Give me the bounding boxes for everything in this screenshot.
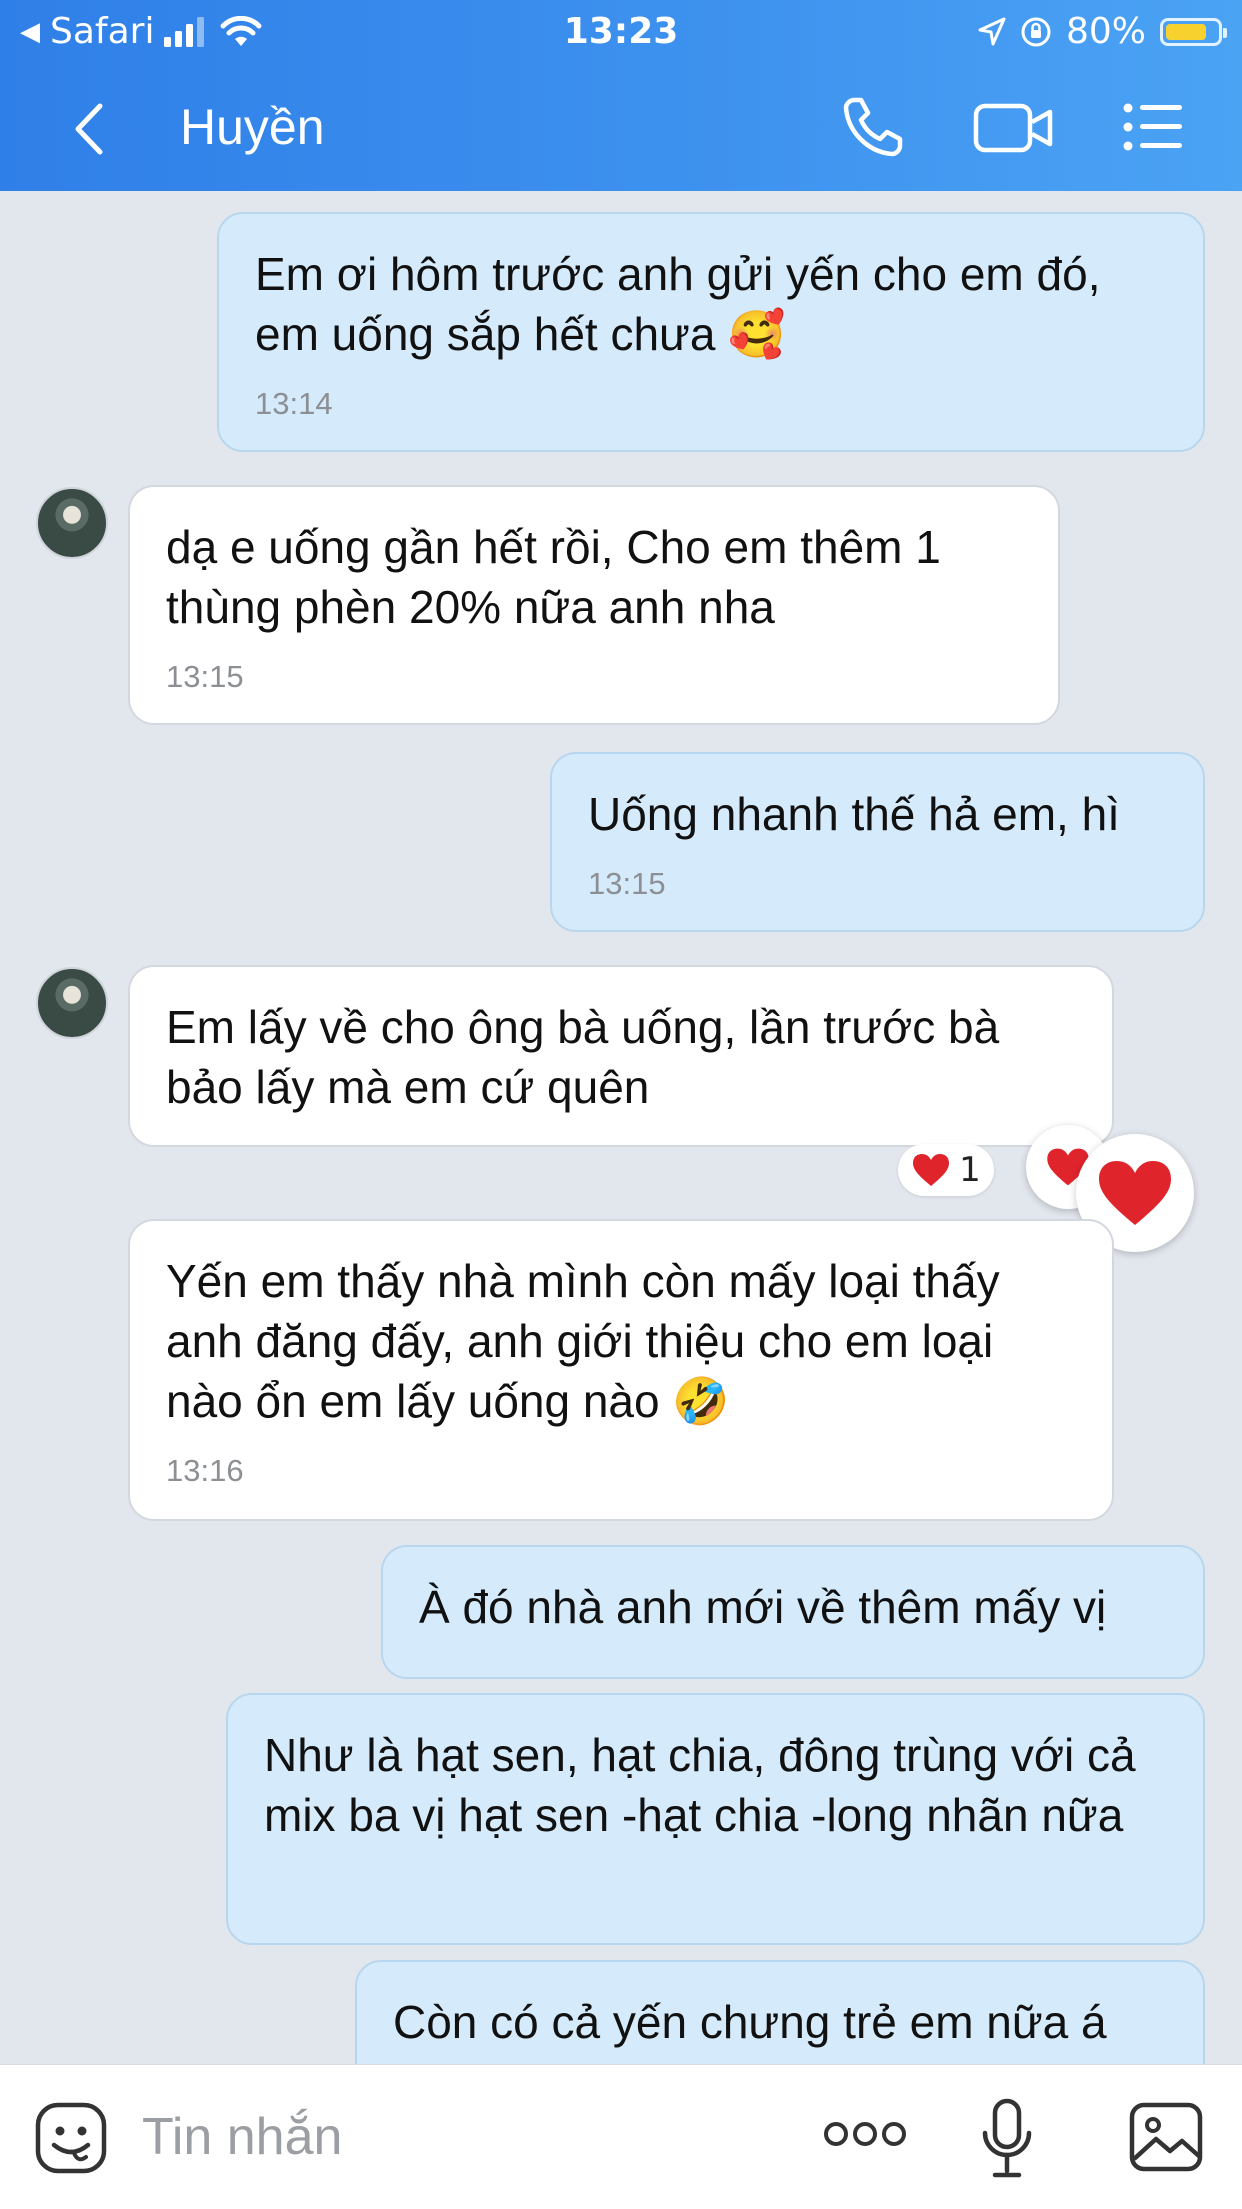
message-input[interactable]: Tin nhắn	[142, 2105, 342, 2169]
battery-percent: 80%	[1065, 11, 1146, 52]
message-time: 13:16	[166, 1453, 244, 1488]
message-text: Yến em thấy nhà mình còn mấy loại thấy a…	[166, 1255, 1000, 1427]
heart-icon	[913, 1154, 950, 1186]
reaction-count: 1	[959, 1150, 981, 1190]
message-input-bar: Tin nhắn	[0, 2064, 1242, 2209]
avatar[interactable]	[36, 487, 108, 559]
status-right: 80%	[978, 10, 1227, 54]
contact-name[interactable]: Huyền	[180, 96, 325, 158]
location-icon	[978, 17, 1006, 46]
menu-list-icon[interactable]	[1118, 92, 1194, 162]
battery-icon	[1160, 18, 1227, 46]
image-icon[interactable]	[1128, 2101, 1204, 2173]
phone-icon[interactable]	[838, 92, 914, 162]
battery-level	[1166, 24, 1206, 40]
message-text: Uống nhanh thế hả em, hì	[588, 788, 1120, 840]
message-text: Em lấy về cho ông bà uống, lần trước bà …	[166, 1001, 1000, 1113]
message-list[interactable]: Em ơi hôm trước anh gửi yến cho em đó, e…	[0, 191, 1242, 2064]
message-bubble-incoming[interactable]: Em lấy về cho ông bà uống, lần trước bà …	[128, 965, 1114, 1147]
sticker-icon[interactable]	[34, 2101, 108, 2175]
rotation-lock-icon	[1021, 17, 1051, 47]
message-text: Như là hạt sen, hạt chia, đông trùng với…	[264, 1729, 1136, 1841]
video-call-icon[interactable]	[972, 92, 1054, 162]
chat-header: ◀ Safari 13:23 80% Huyền	[0, 0, 1242, 191]
message-time: 13:15	[166, 659, 244, 694]
message-text: Còn có cả yến chưng trẻ em nữa á	[393, 1996, 1107, 2048]
message-bubble-incoming[interactable]: dạ e uống gần hết rồi, Cho em thêm 1 thù…	[128, 485, 1060, 725]
more-icon[interactable]	[822, 2117, 908, 2151]
nav-bar: Huyền	[0, 64, 1242, 191]
message-bubble-incoming[interactable]: Yến em thấy nhà mình còn mấy loại thấy a…	[128, 1219, 1114, 1521]
message-text: dạ e uống gần hết rồi, Cho em thêm 1 thù…	[166, 521, 941, 633]
message-bubble-outgoing[interactable]: Em ơi hôm trước anh gửi yến cho em đó, e…	[217, 212, 1205, 452]
message-text: Em ơi hôm trước anh gửi yến cho em đó, e…	[255, 248, 1101, 360]
message-text: À đó nhà anh mới về thêm mấy vị	[419, 1581, 1107, 1633]
avatar[interactable]	[36, 967, 108, 1039]
message-bubble-outgoing[interactable]: Uống nhanh thế hả em, hì 13:15	[550, 752, 1205, 932]
message-bubble-outgoing[interactable]: Còn có cả yến chưng trẻ em nữa á	[355, 1960, 1205, 2064]
heart-icon	[1099, 1161, 1171, 1225]
back-icon[interactable]	[60, 94, 120, 164]
message-bubble-outgoing[interactable]: Như là hạt sen, hạt chia, đông trùng với…	[226, 1693, 1205, 1945]
status-bar: ◀ Safari 13:23 80%	[0, 0, 1242, 64]
message-bubble-outgoing[interactable]: À đó nhà anh mới về thêm mấy vị	[381, 1545, 1205, 1679]
message-time: 13:14	[255, 386, 333, 421]
microphone-icon[interactable]	[980, 2097, 1034, 2181]
message-time: 13:15	[588, 866, 666, 901]
reaction-count-badge[interactable]: 1	[898, 1144, 994, 1196]
